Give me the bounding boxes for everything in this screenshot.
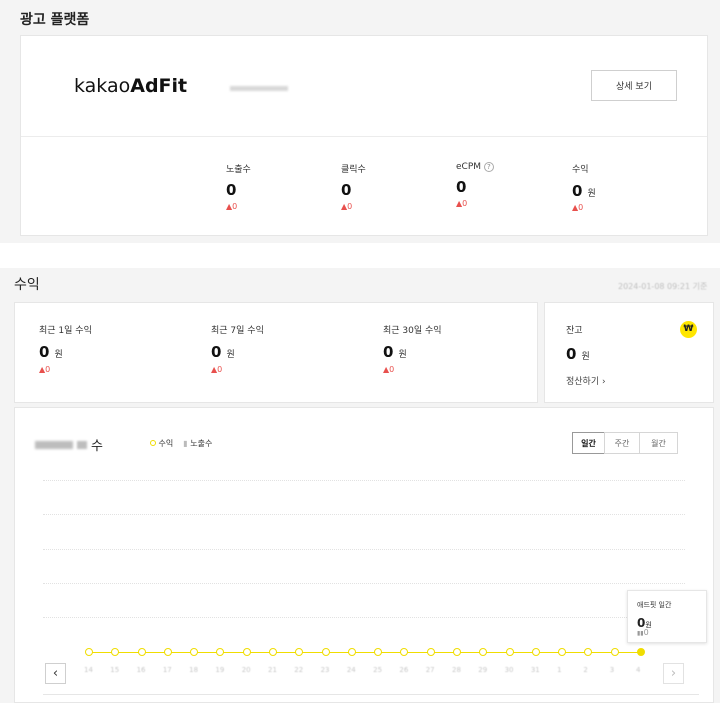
x-tick-label: 23 [320, 666, 330, 674]
x-tick-label: 28 [452, 666, 461, 674]
x-tick-label: 17 [162, 666, 172, 674]
x-tick-label: 25 [373, 666, 383, 674]
x-tick-label: 19 [215, 666, 225, 674]
x-tick-label: 21 [268, 666, 277, 674]
x-tick-label: 14 [84, 666, 93, 674]
impressions-bar-icon: ▮▮ [637, 630, 644, 637]
revenue-section: 수익 2024-01-08 09:21 기준 최근 1일 수익 0 원 ▲0 최… [0, 268, 720, 703]
chart-prev-button[interactable]: ‹ [45, 663, 66, 684]
stat-clicks: 클릭수 0 ▲0 [341, 165, 366, 211]
data-point[interactable] [347, 648, 356, 656]
x-tick-label: 16 [136, 666, 146, 674]
data-point[interactable] [505, 648, 514, 656]
data-point[interactable] [374, 648, 383, 656]
period-1d: 최근 1일 수익 0 원 ▲0 [39, 326, 92, 374]
data-point[interactable] [584, 648, 593, 656]
x-tick-label: 24 [346, 666, 356, 674]
help-icon[interactable]: ? [483, 162, 494, 172]
won-badge-icon: ₩ [680, 321, 697, 338]
x-tick-label: 1 [557, 666, 562, 674]
detail-button[interactable]: 상세 보기 [591, 70, 677, 101]
x-tick-label: 26 [399, 666, 409, 674]
stat-ecpm: eCPM ? 0 ▲0 [456, 162, 494, 208]
data-point[interactable] [242, 648, 251, 656]
x-tick-label: 29 [478, 666, 488, 674]
data-point[interactable] [295, 648, 304, 656]
stat-impressions: 노출수 0 ▲0 [226, 165, 251, 211]
revenue-title: 수익 [14, 277, 40, 293]
data-point[interactable] [610, 648, 619, 656]
stat-revenue: 수익 0 원 ▲0 [572, 165, 596, 212]
data-point[interactable] [479, 648, 488, 656]
balance-value: 0 [566, 345, 577, 363]
revenue-timestamp: 2024-01-08 09:21 기준 [618, 282, 708, 291]
chart-card: 수 수익 ▮ 노출수 일간 주간 월간 14 15 16 17 18 19 20 21 22 23… [14, 407, 714, 703]
x-tick-label: 4 [636, 666, 641, 674]
x-tick-label: 30 [504, 666, 514, 674]
data-point[interactable] [190, 648, 199, 656]
platform-section: 광고 플랫폼 kakaoAdFit 상세 보기 노출수 0 ▲0 클릭수 0 ▲… [0, 0, 720, 243]
x-tick-label: 27 [425, 666, 435, 674]
x-tick-label: 15 [110, 666, 120, 674]
x-tick-label: 20 [241, 666, 251, 674]
x-tick-label: 18 [189, 666, 199, 674]
data-point[interactable] [453, 648, 461, 656]
data-point[interactable] [111, 648, 120, 656]
period-30d: 최근 30일 수익 0 원 ▲0 [383, 326, 442, 374]
balance-card: 잔고 ₩ 0 원 정산하기 › [544, 302, 714, 403]
data-point[interactable] [85, 648, 93, 656]
kakao-adfit-logo: kakaoAdFit [74, 75, 188, 97]
data-point[interactable] [321, 648, 330, 656]
balance-label: 잔고 [566, 326, 583, 336]
data-point[interactable] [426, 648, 435, 656]
data-point[interactable] [163, 648, 172, 656]
settle-link[interactable]: 정산하기 › [566, 374, 606, 387]
chart-tooltip: 애드핏 일간 0원 ▮▮0 [627, 590, 707, 643]
x-tick-label: 22 [294, 666, 304, 674]
plot-area: 14 15 16 17 18 19 20 21 22 23 24 25 26 27 28 29 30 31 1 2 3 4 [15, 408, 713, 702]
x-tick-label: 3 [609, 666, 615, 674]
chart-next-button[interactable]: › [663, 663, 684, 684]
x-tick-label: 2 [583, 666, 588, 674]
data-point[interactable] [137, 648, 146, 656]
blurred-site-name [230, 86, 288, 91]
revenue-summary-card: 최근 1일 수익 0 원 ▲0 최근 7일 수익 0 원 ▲0 최근 30일 수… [14, 302, 538, 403]
platform-title: 광고 플랫폼 [20, 12, 90, 28]
card-divider [21, 136, 707, 137]
data-point[interactable] [558, 648, 567, 656]
platform-card: kakaoAdFit 상세 보기 노출수 0 ▲0 클릭수 0 ▲0 eCPM … [20, 35, 708, 236]
data-point[interactable] [637, 648, 645, 656]
data-point[interactable] [216, 648, 225, 656]
chart-bottom-line [43, 694, 699, 695]
data-point[interactable] [531, 648, 540, 656]
data-point[interactable] [269, 648, 277, 656]
x-tick-label: 31 [530, 666, 540, 674]
data-point[interactable] [400, 648, 409, 656]
period-7d: 최근 7일 수익 0 원 ▲0 [211, 326, 264, 374]
